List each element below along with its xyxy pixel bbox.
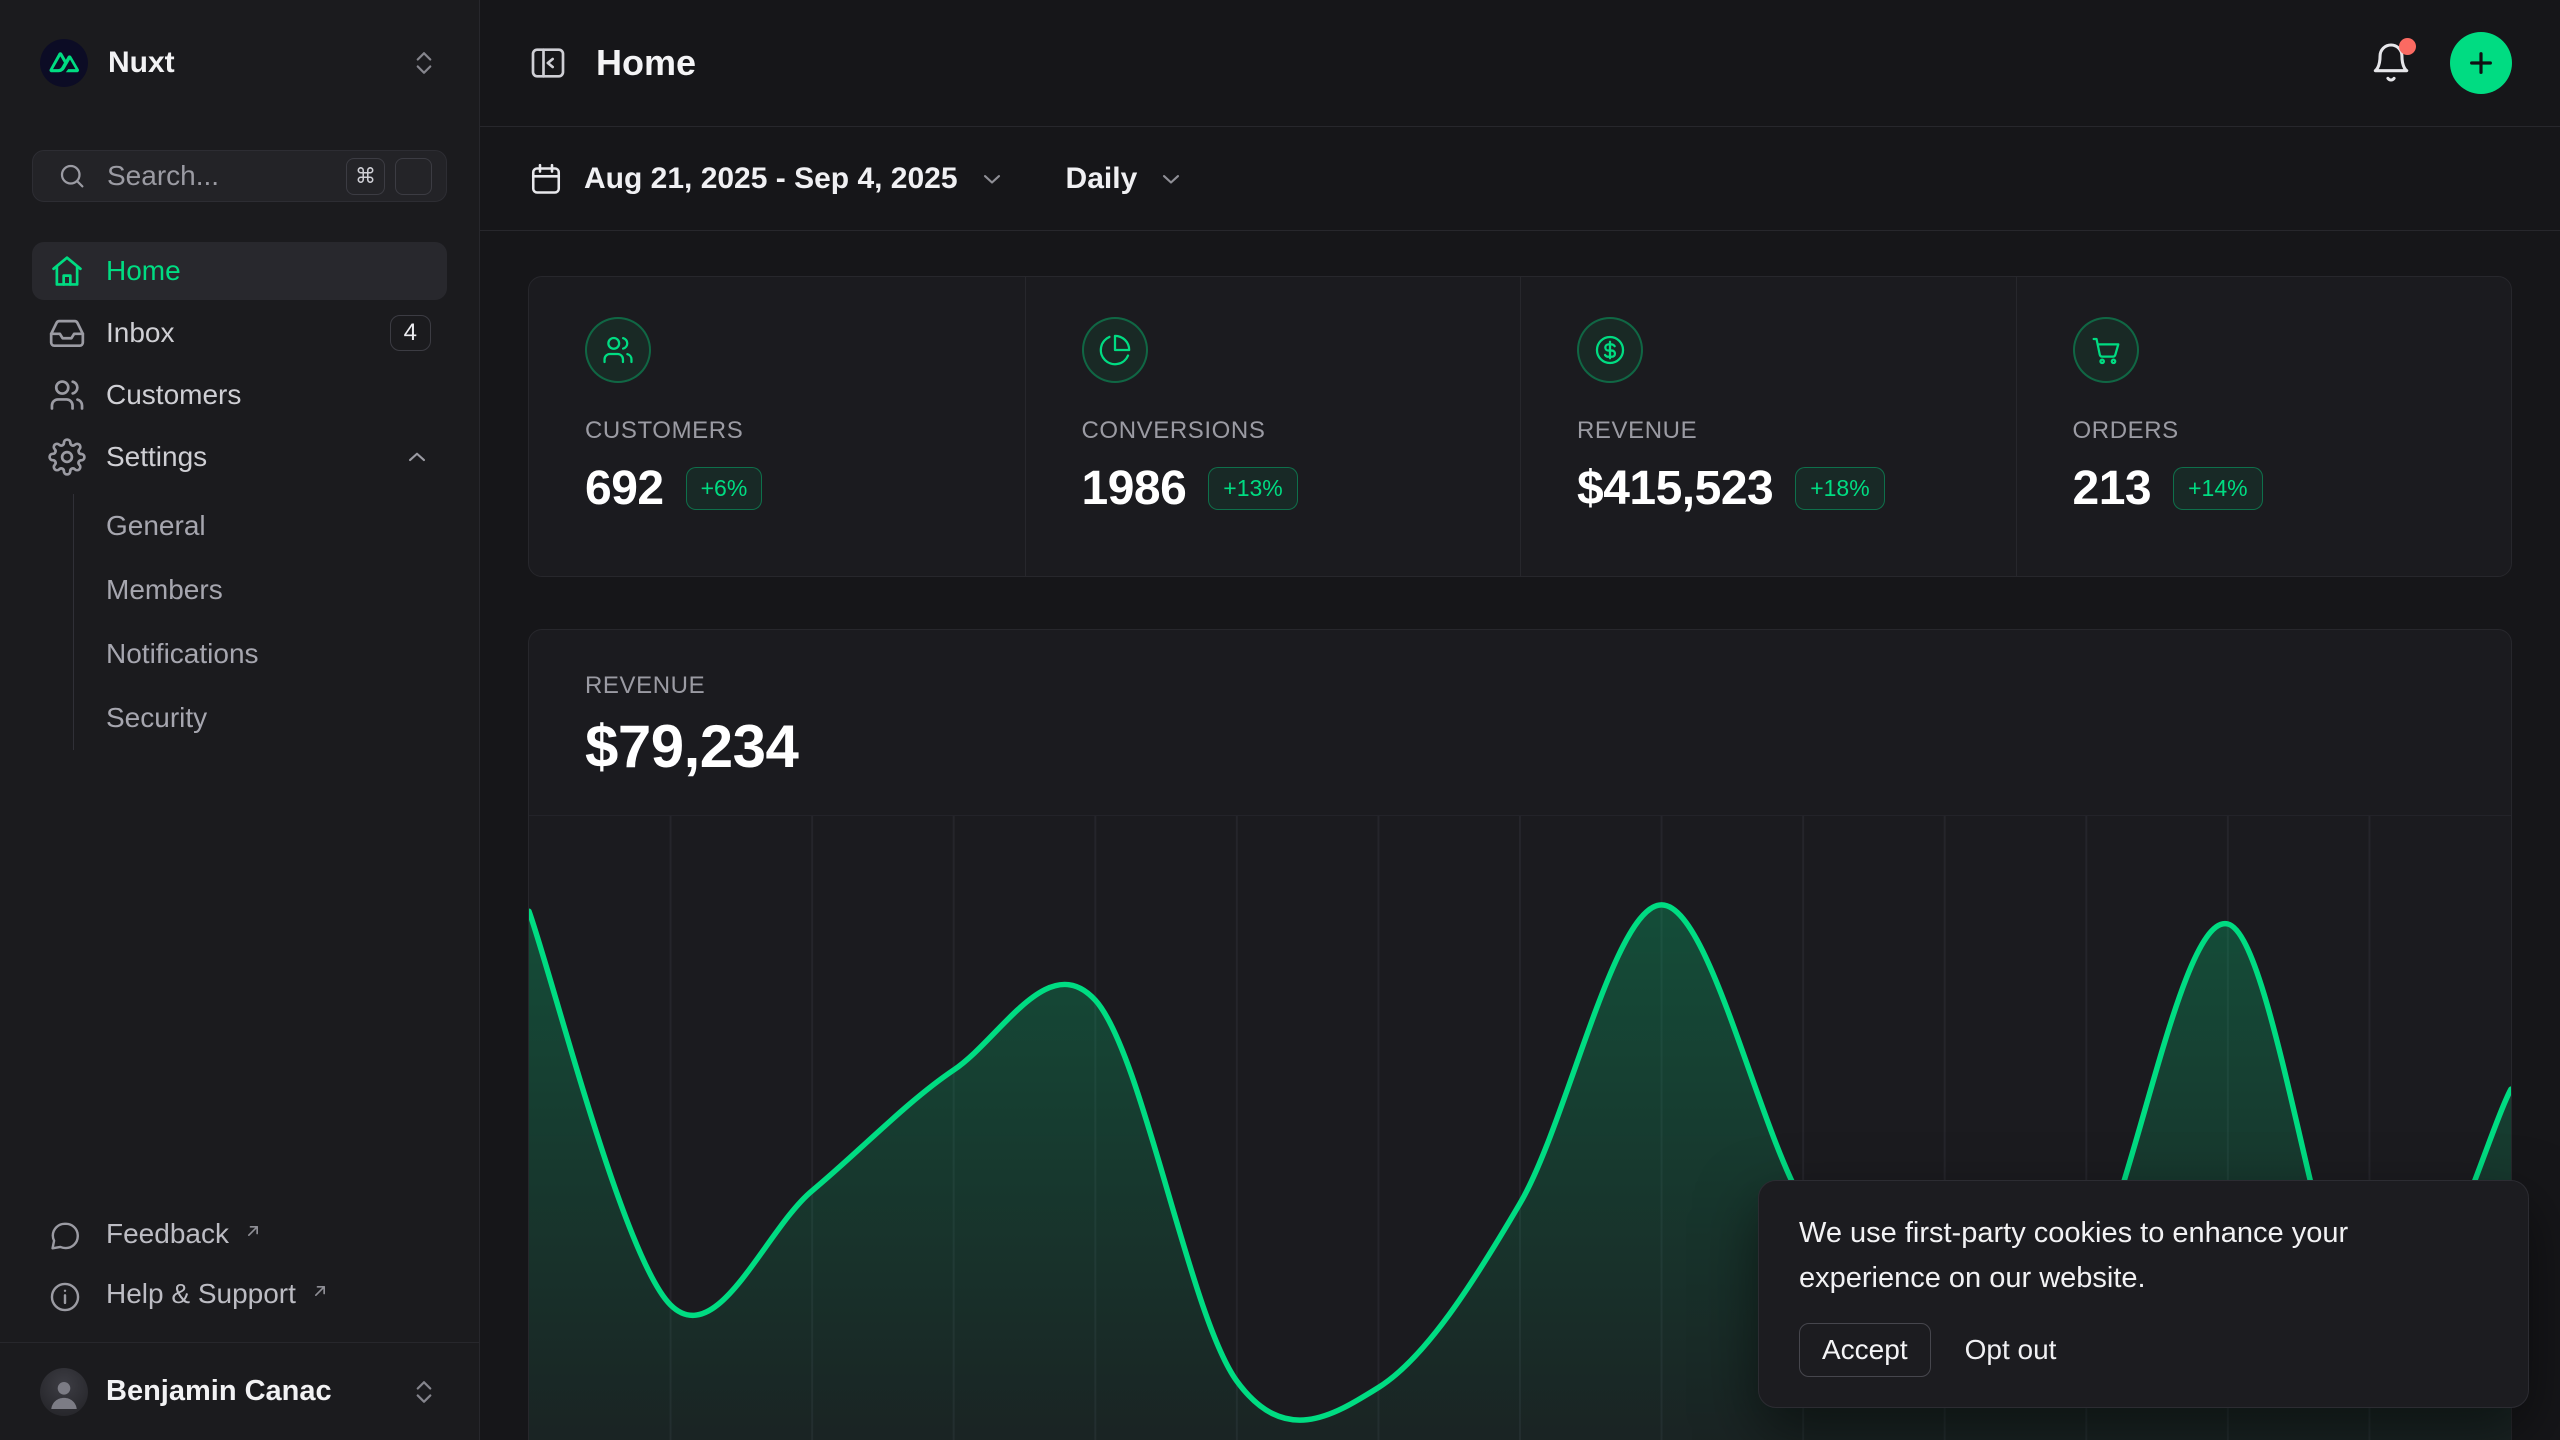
unread-count-badge: 4 <box>390 315 431 351</box>
avatar <box>40 1368 88 1416</box>
granularity-label: Daily <box>1066 162 1138 196</box>
notification-dot <box>2399 38 2416 55</box>
date-range-picker[interactable]: Aug 21, 2025 - Sep 4, 2025 <box>528 161 1006 197</box>
page-title: Home <box>596 42 696 84</box>
chat-bubble-icon <box>48 1220 82 1254</box>
topbar: Home <box>480 0 2560 127</box>
sidebar-item-settings[interactable]: Settings <box>32 428 447 486</box>
team-name: Nuxt <box>108 46 389 80</box>
sidebar-nav: Home Inbox 4 Customers Settings GeneralMember… <box>32 242 447 754</box>
calendar-icon <box>528 161 564 197</box>
stat-label: ORDERS <box>2073 417 2456 445</box>
sidebar-item-customers[interactable]: Customers <box>32 366 447 424</box>
chevron-up-icon <box>403 443 431 471</box>
nav-item-label: Customers <box>106 379 241 411</box>
gear-icon <box>48 438 86 476</box>
cookie-message: We use first-party cookies to enhance yo… <box>1799 1211 2488 1301</box>
kbd-meta: ⌘ <box>346 158 385 195</box>
stat-delta-badge: +18% <box>1795 467 1884 510</box>
topbar-actions <box>2368 32 2512 94</box>
users-icon <box>585 317 651 383</box>
user-name: Benjamin Canac <box>106 1375 391 1408</box>
footer-link-label: Help & Support <box>106 1278 296 1310</box>
sidebar-link-feedback[interactable]: Feedback <box>32 1212 447 1260</box>
team-switcher[interactable]: Nuxt <box>32 0 447 126</box>
sidebar: Nuxt Search... ⌘ Home Inbox 4 Customers Sett… <box>0 0 480 1440</box>
inbox-icon <box>48 314 86 352</box>
stat-card-customers[interactable]: CUSTOMERS 692 +6% <box>529 277 1025 576</box>
revenue-chart-value: $79,234 <box>585 712 2455 781</box>
external-link-icon <box>243 1216 263 1236</box>
search-icon <box>57 161 87 191</box>
search-input[interactable]: Search... ⌘ <box>32 150 447 202</box>
stat-value: 1986 <box>1082 461 1187 516</box>
user-menu[interactable]: Benjamin Canac <box>32 1343 447 1440</box>
sidebar-footer-links: Feedback Help & Support <box>32 1212 447 1342</box>
chevron-up-down-icon <box>409 48 439 78</box>
sidebar-subitem-general[interactable]: General <box>106 494 447 558</box>
stat-card-revenue[interactable]: REVENUE $415,523 +18% <box>1520 277 2016 576</box>
kbd-k <box>395 158 432 195</box>
cookie-banner: We use first-party cookies to enhance yo… <box>1758 1180 2529 1408</box>
filter-toolbar: Aug 21, 2025 - Sep 4, 2025 Daily <box>480 127 2560 231</box>
home-icon <box>48 252 86 290</box>
notifications-button[interactable] <box>2368 40 2414 86</box>
stat-card-conversions[interactable]: CONVERSIONS 1986 +13% <box>1025 277 1521 576</box>
users-icon <box>48 376 86 414</box>
add-button[interactable] <box>2450 32 2512 94</box>
revenue-chart-header: REVENUE $79,234 <box>529 630 2511 781</box>
sidebar-subitem-notifications[interactable]: Notifications <box>106 622 447 686</box>
nav-item-label: Home <box>106 255 181 287</box>
granularity-select[interactable]: Daily <box>1066 162 1186 196</box>
footer-link-label: Feedback <box>106 1218 229 1250</box>
info-circle-icon <box>48 1280 82 1314</box>
chevron-down-icon <box>978 165 1006 193</box>
stat-label: CUSTOMERS <box>585 417 969 445</box>
search-placeholder: Search... <box>107 160 326 192</box>
cookie-actions: Accept Opt out <box>1799 1323 2488 1377</box>
stat-delta-badge: +14% <box>2173 467 2262 510</box>
sidebar-spacer <box>32 754 447 1212</box>
sidebar-link-help-support[interactable]: Help & Support <box>32 1272 447 1320</box>
nav-item-label: Inbox <box>106 317 175 349</box>
stat-delta-badge: +6% <box>686 467 763 510</box>
chart-pie-icon <box>1082 317 1148 383</box>
stats-summary-card: CUSTOMERS 692 +6% CONVERSIONS 1986 +13% … <box>528 276 2512 577</box>
accept-cookies-button[interactable]: Accept <box>1799 1323 1931 1377</box>
stat-label: CONVERSIONS <box>1082 417 1465 445</box>
nuxt-logo <box>40 39 88 87</box>
revenue-chart-label: REVENUE <box>585 672 2455 700</box>
nav-item-label: Settings <box>106 441 207 473</box>
chevron-up-down-icon <box>409 1377 439 1407</box>
stat-delta-badge: +13% <box>1208 467 1297 510</box>
stat-value: 213 <box>2073 461 2152 516</box>
stat-label: REVENUE <box>1577 417 1960 445</box>
sidebar-subitem-security[interactable]: Security <box>106 686 447 750</box>
optout-cookies-button[interactable]: Opt out <box>1965 1334 2057 1366</box>
chevron-down-icon <box>1157 165 1185 193</box>
date-range-label: Aug 21, 2025 - Sep 4, 2025 <box>584 162 958 196</box>
sidebar-item-inbox[interactable]: Inbox 4 <box>32 304 447 362</box>
stat-card-orders[interactable]: ORDERS 213 +14% <box>2016 277 2512 576</box>
circle-dollar-icon <box>1577 317 1643 383</box>
stat-value: 692 <box>585 461 664 516</box>
sidebar-item-home[interactable]: Home <box>32 242 447 300</box>
stat-value: $415,523 <box>1577 461 1773 516</box>
settings-subnav: GeneralMembersNotificationsSecurity <box>73 494 447 750</box>
sidebar-subitem-members[interactable]: Members <box>106 558 447 622</box>
external-link-icon <box>310 1276 330 1296</box>
collapse-sidebar-icon[interactable] <box>528 43 568 83</box>
cart-icon <box>2073 317 2139 383</box>
